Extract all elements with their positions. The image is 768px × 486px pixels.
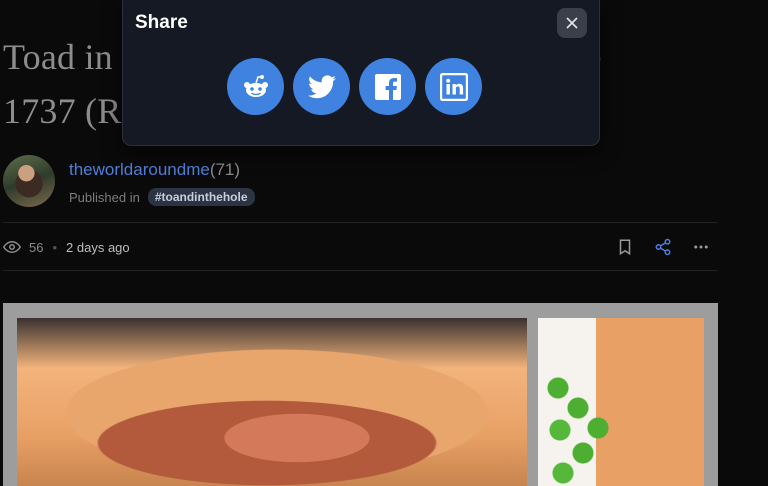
twitter-icon [307,74,336,98]
share-options [227,58,491,115]
share-twitter-button[interactable] [293,58,350,115]
share-reddit-button[interactable] [227,58,284,115]
article-image-gallery [3,303,718,486]
author-reputation: (71) [209,160,241,179]
published-in-label: Published in [69,189,140,205]
close-icon [566,17,578,29]
more-icon [694,245,708,249]
share-facebook-button[interactable] [359,58,416,115]
close-button[interactable] [557,8,587,38]
post-meta: 56 • 2 days ago [3,238,130,256]
more-button[interactable] [692,237,710,257]
author-avatar[interactable] [3,155,55,207]
share-modal: Share [122,0,600,146]
share-button[interactable] [654,237,672,257]
author-name-link[interactable]: theworldaroundme [69,160,210,179]
eye-icon [3,240,21,254]
author-line: theworldaroundme(71) [69,160,240,180]
bookmark-button[interactable] [616,237,634,257]
peas-photo[interactable] [538,318,704,486]
facebook-icon [374,73,401,100]
share-linkedin-button[interactable] [425,58,482,115]
share-modal-title: Share [135,12,188,33]
linkedin-icon [439,72,468,101]
toad-in-hole-photo[interactable] [17,318,527,486]
community-tag[interactable]: #toandinthehole [147,188,255,206]
share-icon [655,238,671,256]
divider-bottom [3,270,718,271]
view-count: 56 [29,239,44,255]
post-time: 2 days ago [66,239,130,255]
reddit-icon [243,74,268,97]
bookmark-icon [619,239,631,256]
meta-separator: • [52,239,58,255]
divider-top [3,222,718,223]
published-in: Published in #toandinthehole [69,188,255,206]
